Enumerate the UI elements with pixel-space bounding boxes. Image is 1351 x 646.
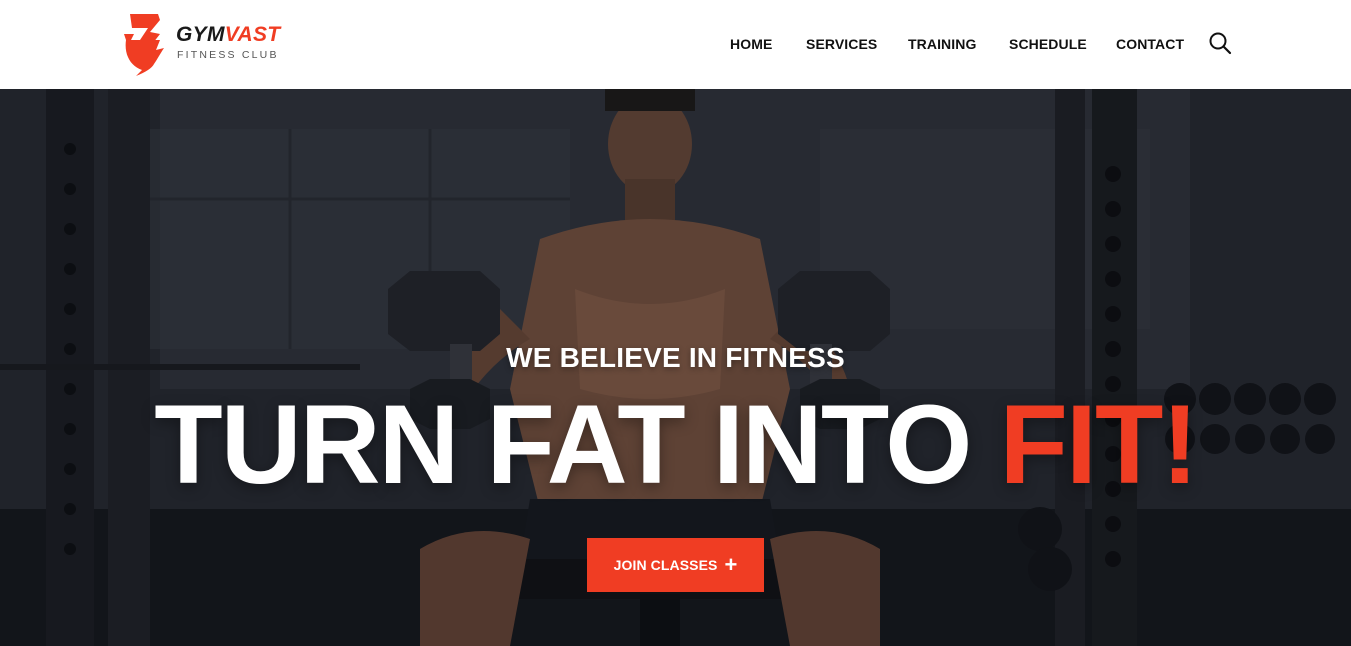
hero-title: TURN FAT INTO FIT!	[154, 382, 1198, 507]
hero-section: WE BELIEVE IN FITNESS TURN FAT INTO FIT!…	[0, 89, 1351, 646]
logo[interactable]: GYMVAST FITNESS CLUB	[120, 10, 310, 76]
join-classes-button[interactable]: JOIN CLASSES +	[587, 538, 764, 592]
nav-item-schedule[interactable]: SCHEDULE	[1009, 34, 1087, 54]
brand-tagline: FITNESS CLUB	[177, 49, 279, 61]
nav-item-training[interactable]: TRAINING	[908, 34, 976, 54]
hero-subtitle: WE BELIEVE IN FITNESS	[506, 342, 845, 373]
nav-item-home[interactable]: HOME	[730, 34, 772, 54]
search-button[interactable]	[1208, 31, 1232, 55]
plus-icon: +	[724, 552, 738, 577]
search-icon	[1209, 32, 1232, 55]
logo-bolt-icon	[124, 14, 164, 76]
join-classes-label: JOIN CLASSES	[613, 557, 718, 573]
nav-item-contact[interactable]: CONTACT	[1116, 34, 1184, 54]
site-header: GYMVAST FITNESS CLUB HOME SERVICES TRAIN…	[0, 0, 1351, 89]
nav-item-services[interactable]: SERVICES	[806, 34, 877, 54]
brand-name: GYMVAST	[176, 23, 281, 46]
